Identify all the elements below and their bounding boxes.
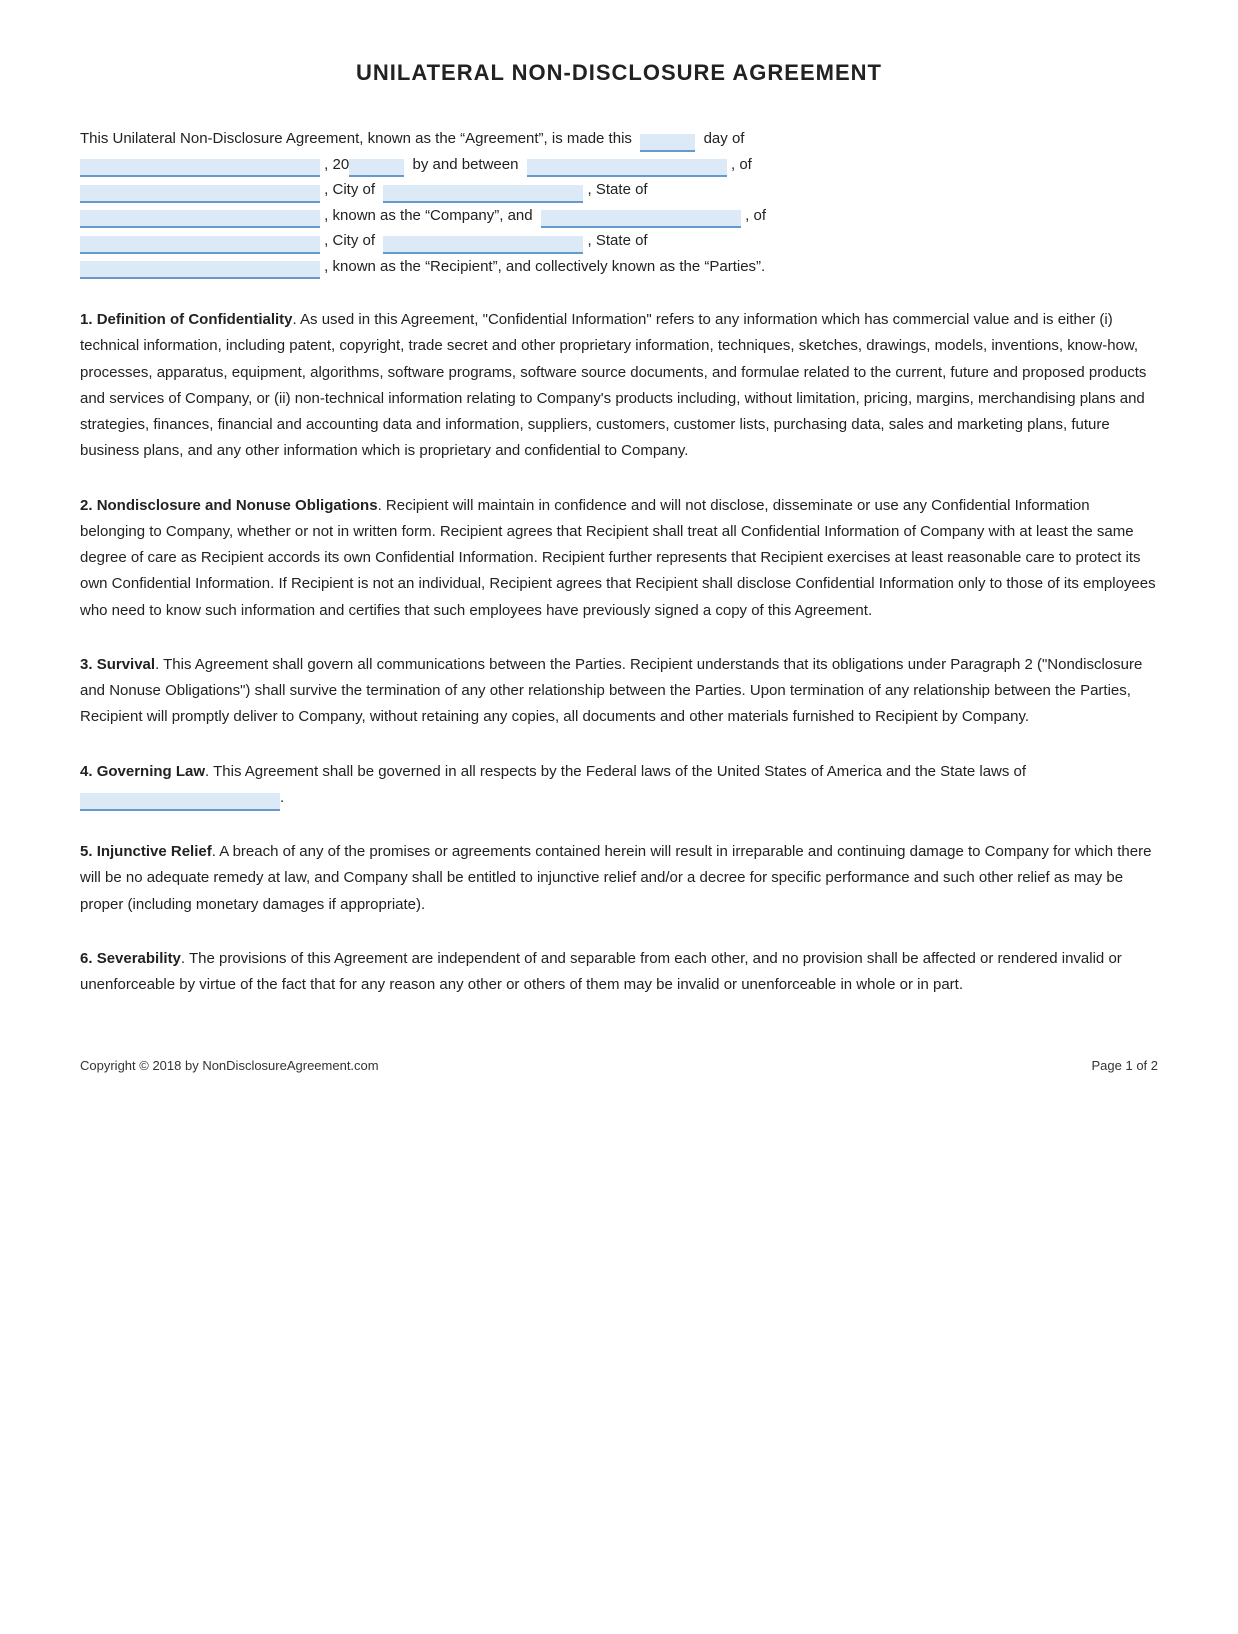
section-3: 3. Survival. This Agreement shall govern… [80, 652, 1158, 731]
blank-party2-state[interactable] [80, 261, 320, 279]
blank-party1-city[interactable] [383, 185, 583, 203]
section-5: 5. Injunctive Relief. A breach of any of… [80, 839, 1158, 918]
blank-party2-address[interactable] [80, 236, 320, 254]
section-number-6: 6. [80, 950, 97, 967]
blank-party2-city[interactable] [383, 236, 583, 254]
blank-party1-name[interactable] [527, 159, 727, 177]
section-6: 6. Severability. The provisions of this … [80, 946, 1158, 999]
intro-by-and-between: by and between [413, 156, 519, 173]
section-text-6: . The provisions of this Agreement are i… [80, 950, 1122, 993]
section-title-2: Nondisclosure and Nonuse Obligations [97, 497, 378, 514]
page-title: UNILATERAL NON-DISCLOSURE AGREEMENT [80, 60, 1158, 86]
section-title-3: Survival [97, 656, 155, 673]
section-number-1: 1. [80, 311, 97, 328]
blank-year-line[interactable] [80, 159, 320, 177]
sections-container: 1. Definition of Confidentiality. As use… [80, 307, 1158, 998]
intro-line1-post: day of [704, 130, 745, 147]
blank-year[interactable] [349, 159, 404, 177]
blank-party1-address[interactable] [80, 185, 320, 203]
blank-day[interactable] [640, 134, 695, 152]
intro-line5-mid: , State of [588, 232, 648, 249]
section-title-6: Severability [97, 950, 181, 967]
section-number-2: 2. [80, 497, 97, 514]
section-text-2: . Recipient will maintain in confidence … [80, 497, 1156, 619]
intro-line1-pre: This Unilateral Non-Disclosure Agreement… [80, 130, 632, 147]
section-text-4: . This Agreement shall be governed in al… [205, 763, 1030, 780]
section-number-5: 5. [80, 843, 97, 860]
intro-line4-post: , of [745, 207, 766, 224]
section-2: 2. Nondisclosure and Nonuse Obligations.… [80, 493, 1158, 624]
footer: Copyright © 2018 by NonDisclosureAgreeme… [80, 1058, 1158, 1073]
blank-party1-state[interactable] [80, 210, 320, 228]
intro-line4-pre: , known as the “Company”, and [324, 207, 532, 224]
intro-line3-mid: , State of [588, 181, 648, 198]
section-text-3: . This Agreement shall govern all commun… [80, 656, 1142, 726]
section-title-4: Governing Law [97, 763, 205, 780]
section-number-3: 3. [80, 656, 97, 673]
page-number: Page 1 of 2 [1092, 1058, 1159, 1073]
intro-line6: , known as the “Recipient”, and collecti… [324, 258, 765, 275]
intro-line2-pre: , 20 [324, 156, 349, 173]
blank-state-law[interactable] [80, 793, 280, 811]
intro-line3-pre: , City of [324, 181, 375, 198]
section-title-1: Definition of Confidentiality [97, 311, 293, 328]
intro-line5-pre: , City of [324, 232, 375, 249]
copyright: Copyright © 2018 by NonDisclosureAgreeme… [80, 1058, 379, 1073]
blank-company-name[interactable] [541, 210, 741, 228]
section-text-5: . A breach of any of the promises or agr… [80, 843, 1151, 913]
section-4: 4. Governing Law. This Agreement shall b… [80, 759, 1158, 812]
section-1: 1. Definition of Confidentiality. As use… [80, 307, 1158, 465]
section-text-1: . As used in this Agreement, "Confidenti… [80, 311, 1146, 459]
intro-block: This Unilateral Non-Disclosure Agreement… [80, 126, 1158, 279]
section-number-4: 4. [80, 763, 97, 780]
section-title-5: Injunctive Relief [97, 843, 212, 860]
intro-line2-post: , of [731, 156, 752, 173]
